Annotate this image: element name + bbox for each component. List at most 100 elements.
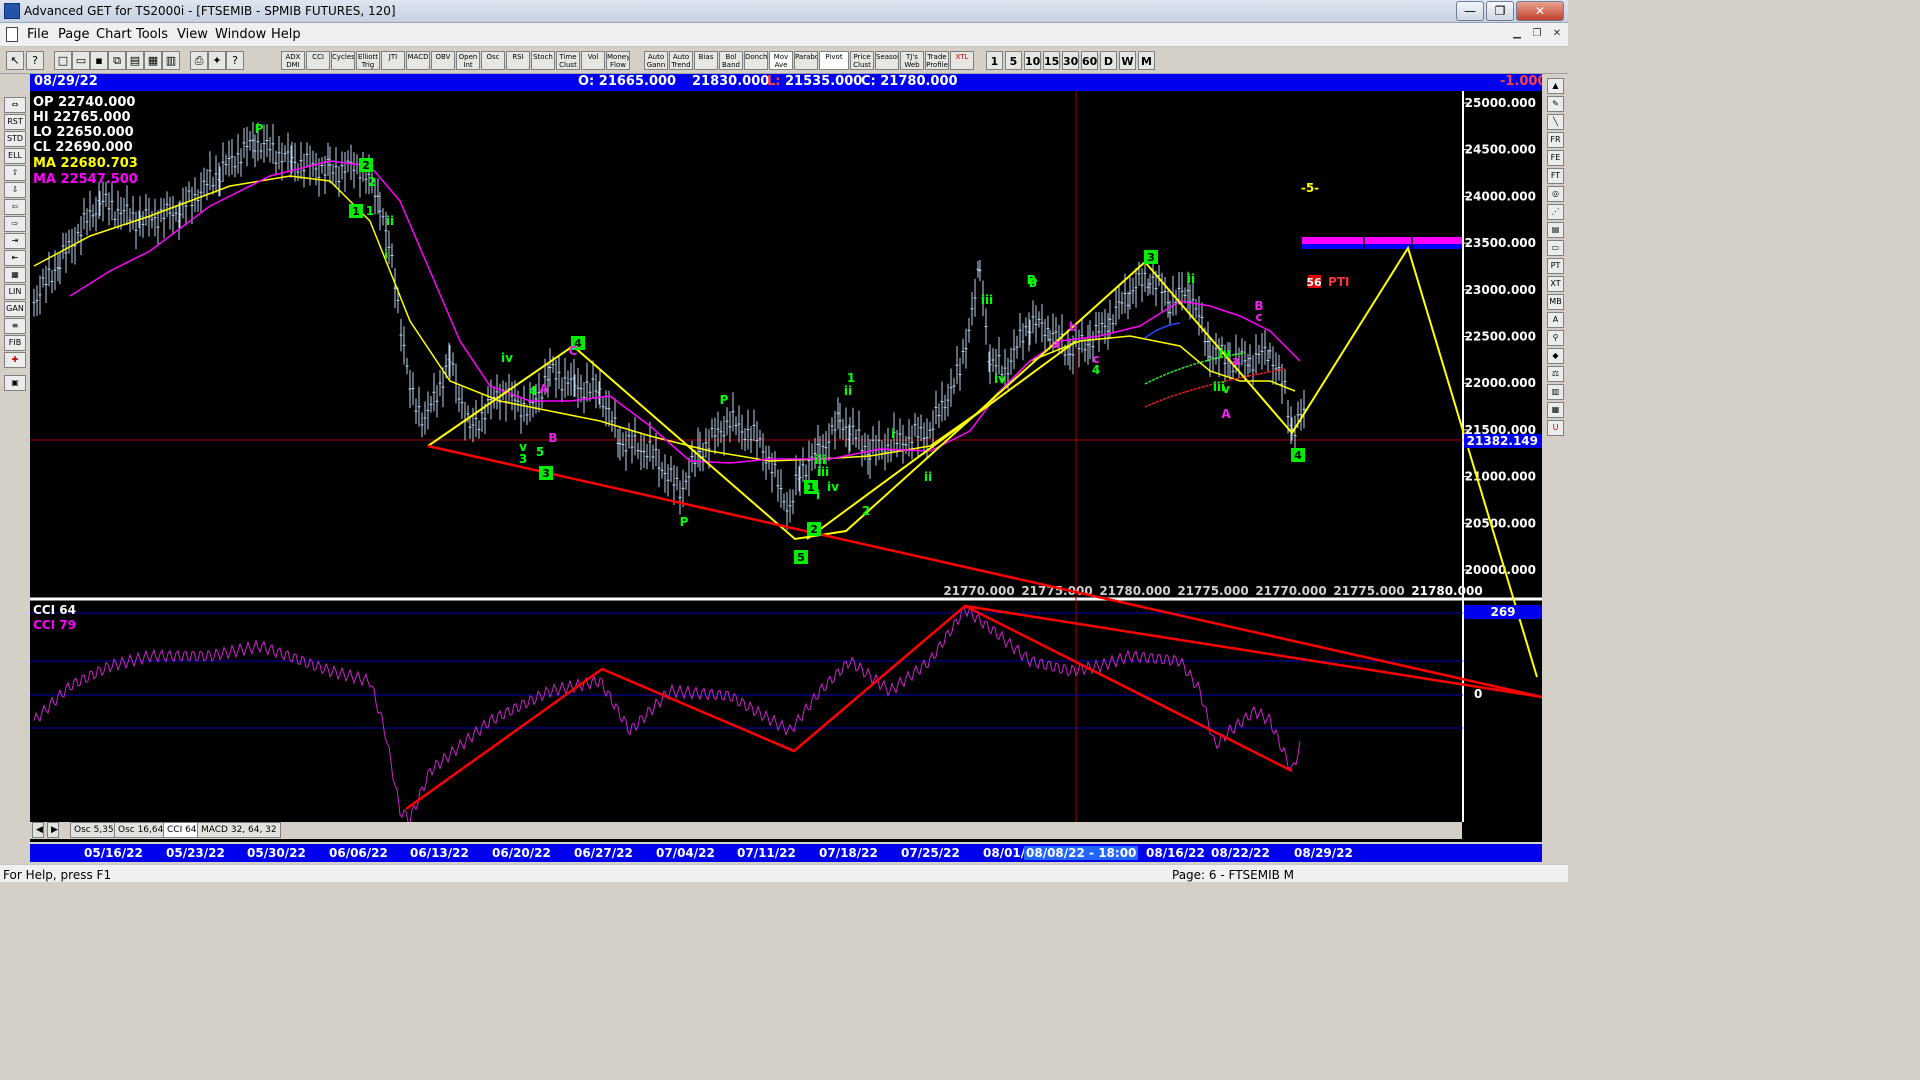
study-time-clust-button[interactable]: Time Clust bbox=[556, 51, 580, 70]
zoom-tool-icon[interactable]: ⇔ bbox=[4, 97, 26, 113]
menu-help[interactable]: Help bbox=[271, 27, 301, 42]
study-trade-profile-button[interactable]: Trade Profile bbox=[925, 51, 949, 70]
cursor-icon[interactable]: ↖ bbox=[6, 51, 24, 70]
magnify-icon[interactable]: ⚲ bbox=[1547, 330, 1564, 346]
line-icon[interactable]: ╲ bbox=[1547, 114, 1564, 130]
interval-5-button[interactable]: 5 bbox=[1005, 51, 1022, 70]
menu-page[interactable]: Page bbox=[58, 27, 89, 42]
pti-icon[interactable]: PT bbox=[1547, 258, 1564, 274]
menu-window[interactable]: Window bbox=[215, 27, 266, 42]
study-cycles-button[interactable]: Cycles bbox=[331, 51, 355, 70]
menu-chart[interactable]: Chart bbox=[96, 27, 132, 42]
help-cursor-icon[interactable]: ? bbox=[26, 51, 44, 70]
gann-tool-icon[interactable]: GAN bbox=[4, 301, 26, 317]
crosshair-icon[interactable]: ✚ bbox=[4, 352, 26, 368]
study-auto-trend-button[interactable]: Auto Trend bbox=[669, 51, 693, 70]
paint-icon[interactable]: ◆ bbox=[1547, 348, 1564, 364]
whatsthis-icon[interactable]: ? bbox=[226, 51, 244, 70]
fib-ext-icon[interactable]: FE bbox=[1547, 150, 1564, 166]
arrow-up-icon[interactable]: ⇧ bbox=[4, 165, 26, 181]
arrow-down-icon[interactable]: ⇩ bbox=[4, 182, 26, 198]
xtl-icon[interactable]: XT bbox=[1547, 276, 1564, 292]
grid-icon[interactable]: ▦ bbox=[144, 51, 162, 70]
channel-icon[interactable]: ▤ bbox=[1547, 222, 1564, 238]
tab-osc-5-35[interactable]: Osc 5,35 bbox=[70, 822, 118, 838]
undo-icon[interactable]: U bbox=[1547, 420, 1564, 436]
maximize-button[interactable]: ❐ bbox=[1486, 1, 1514, 21]
open-icon[interactable]: ▭ bbox=[72, 51, 90, 70]
layout-icon[interactable]: ▥ bbox=[162, 51, 180, 70]
mob-icon[interactable]: MB bbox=[1547, 294, 1564, 310]
minimize-button[interactable]: — bbox=[1456, 1, 1484, 21]
document-icon[interactable] bbox=[6, 27, 18, 42]
arrow-right-icon[interactable]: ⇨ bbox=[4, 216, 26, 232]
bulb-icon[interactable]: ✦ bbox=[208, 51, 226, 70]
interval-d-button[interactable]: D bbox=[1100, 51, 1117, 70]
interval-60-button[interactable]: 60 bbox=[1081, 51, 1098, 70]
spiral-icon[interactable]: ◎ bbox=[1547, 186, 1564, 202]
stack-icon[interactable]: ▥ bbox=[1547, 384, 1564, 400]
bar-compress-icon[interactable]: ⇥ bbox=[4, 233, 26, 249]
study-money-flow-button[interactable]: Money Flow bbox=[606, 51, 630, 70]
mdi-close-icon[interactable]: ✕ bbox=[1548, 27, 1566, 43]
study-jti-button[interactable]: JTI bbox=[381, 51, 405, 70]
study-auto-gann-button[interactable]: Auto Gann bbox=[644, 51, 668, 70]
study-cci-button[interactable]: CCI bbox=[306, 51, 330, 70]
scroll-up-icon[interactable]: ▲ bbox=[1547, 78, 1564, 94]
chart-area[interactable]: 25000.000 24500.000 24000.000 23500.000 2300… bbox=[30, 91, 1542, 842]
interval-m-button[interactable]: M bbox=[1138, 51, 1155, 70]
study-pivot-button[interactable]: Pivot bbox=[819, 51, 849, 70]
study-price-clust-button[interactable]: Price Clust bbox=[850, 51, 874, 70]
study-macd-button[interactable]: MACD bbox=[406, 51, 430, 70]
fib-tool-icon[interactable]: FIB bbox=[4, 335, 26, 351]
interval-15-button[interactable]: 15 bbox=[1043, 51, 1060, 70]
study-xtl-button[interactable]: XTL bbox=[950, 51, 974, 70]
study-stoch-button[interactable]: Stoch bbox=[531, 51, 555, 70]
copy-icon[interactable]: ⧉ bbox=[108, 51, 126, 70]
snapshot-icon[interactable]: ▣ bbox=[4, 375, 26, 391]
study-mov-ave-button[interactable]: Mov Ave bbox=[769, 51, 793, 70]
chart-canvas[interactable]: 25000.000 24500.000 24000.000 23500.000 2300… bbox=[30, 91, 1542, 842]
study-obv-button[interactable]: OBV bbox=[431, 51, 455, 70]
page-icon[interactable]: ▤ bbox=[126, 51, 144, 70]
reset-tool-icon[interactable]: RST bbox=[4, 114, 26, 130]
mdi-restore-icon[interactable]: ❐ bbox=[1528, 27, 1546, 43]
study-donch-button[interactable]: Donch bbox=[744, 51, 768, 70]
save-icon[interactable]: ▪ bbox=[90, 51, 108, 70]
study-bol-band-button[interactable]: Bol Band bbox=[719, 51, 743, 70]
tab-prev-icon[interactable]: ◀ bbox=[32, 822, 44, 838]
tab-cci-64[interactable]: CCI 64 bbox=[163, 822, 201, 838]
grid-tool-icon[interactable]: ▦ bbox=[4, 267, 26, 283]
study-parabolic-button[interactable]: Parabolic bbox=[794, 51, 818, 70]
scale-icon[interactable]: ⚖ bbox=[1547, 366, 1564, 382]
interval-1-button[interactable]: 1 bbox=[986, 51, 1003, 70]
study-tjs-web-button[interactable]: TJ's Web bbox=[900, 51, 924, 70]
study-bias-button[interactable]: Bias bbox=[694, 51, 718, 70]
study-elliott-button[interactable]: Elliott Trig bbox=[356, 51, 380, 70]
menu-tools[interactable]: Tools bbox=[136, 27, 168, 42]
arrow-left-icon[interactable]: ⇦ bbox=[4, 199, 26, 215]
lines-tool-icon[interactable]: LIN bbox=[4, 284, 26, 300]
tab-macd[interactable]: MACD 32, 64, 32 bbox=[197, 822, 281, 838]
close-button[interactable]: ✕ bbox=[1516, 1, 1564, 21]
interval-30-button[interactable]: 30 bbox=[1062, 51, 1079, 70]
study-seasonals-button[interactable]: Seasonals bbox=[875, 51, 899, 70]
bar-expand-icon[interactable]: ⇤ bbox=[4, 250, 26, 266]
tab-next-icon[interactable]: ▶ bbox=[47, 822, 59, 838]
tab-osc-16-64[interactable]: Osc 16,64 bbox=[114, 822, 168, 838]
menu-view[interactable]: View bbox=[177, 27, 208, 42]
print-icon[interactable]: ⎙ bbox=[190, 51, 208, 70]
study-adx-dmi-button[interactable]: ADX DMI bbox=[281, 51, 305, 70]
fib-ret-icon[interactable]: FR bbox=[1547, 132, 1564, 148]
elliott-tool-icon[interactable]: ELL bbox=[4, 148, 26, 164]
pencil-icon[interactable]: ✎ bbox=[1547, 96, 1564, 112]
study-open-int-button[interactable]: Open Int bbox=[456, 51, 480, 70]
new-icon[interactable]: □ bbox=[54, 51, 72, 70]
study-tool-icon[interactable]: STD bbox=[4, 131, 26, 147]
mdi-minimize-icon[interactable]: ▁ bbox=[1508, 27, 1526, 43]
box-icon[interactable]: ▭ bbox=[1547, 240, 1564, 256]
text-icon[interactable]: A bbox=[1547, 312, 1564, 328]
study-osc-button[interactable]: Osc bbox=[481, 51, 505, 70]
study-vol-button[interactable]: Vol bbox=[581, 51, 605, 70]
fib-time-icon[interactable]: FT bbox=[1547, 168, 1564, 184]
